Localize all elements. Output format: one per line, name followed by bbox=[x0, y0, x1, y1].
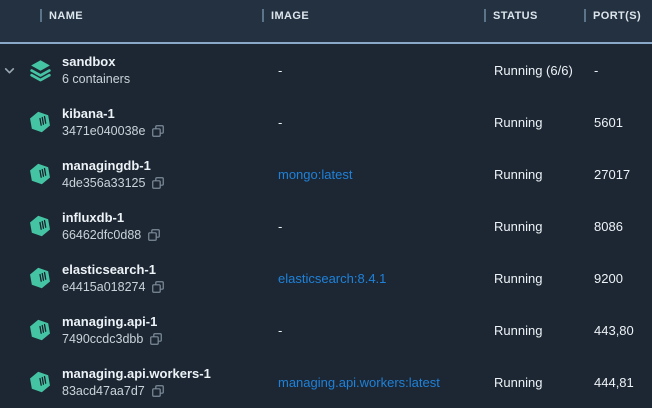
container-image: - bbox=[278, 323, 494, 338]
container-ports: 5601 bbox=[594, 115, 652, 130]
container-image: - bbox=[278, 63, 494, 78]
name-cell: managing.api-1 7490ccdc3dbb bbox=[62, 313, 278, 347]
container-subtitle: 7490ccdc3dbb bbox=[62, 331, 143, 347]
column-divider bbox=[484, 9, 486, 22]
container-name: managing.api-1 bbox=[62, 313, 278, 330]
container-status: Running bbox=[494, 375, 594, 390]
icon-cell bbox=[18, 162, 62, 186]
chevron-down-icon[interactable] bbox=[3, 64, 16, 77]
container-subtitle: 3471e040038e bbox=[62, 123, 145, 139]
container-cube-icon bbox=[28, 370, 52, 394]
container-cube-icon bbox=[28, 162, 52, 186]
container-name: sandbox bbox=[62, 53, 278, 70]
container-status: Running bbox=[494, 167, 594, 182]
container-subtitle: 4de356a33125 bbox=[62, 175, 145, 191]
container-image: - bbox=[278, 219, 494, 234]
name-cell: influxdb-1 66462dfc0d88 bbox=[62, 209, 278, 243]
containers-table-header: NAME IMAGE STATUS PORT(S) bbox=[0, 0, 652, 44]
container-image[interactable]: mongo:latest bbox=[278, 167, 494, 182]
icon-cell bbox=[18, 110, 62, 134]
table-row[interactable]: managing.api.workers-1 83acd47aa7d7 mana… bbox=[0, 356, 652, 408]
copy-icon[interactable] bbox=[151, 280, 165, 294]
container-ports: 8086 bbox=[594, 219, 652, 234]
copy-icon[interactable] bbox=[147, 228, 161, 242]
name-cell: kibana-1 3471e040038e bbox=[62, 105, 278, 139]
container-status: Running bbox=[494, 323, 594, 338]
container-ports: 444,81 bbox=[594, 375, 652, 390]
container-name: managing.api.workers-1 bbox=[62, 365, 278, 382]
copy-icon[interactable] bbox=[151, 124, 165, 138]
container-cube-icon bbox=[28, 110, 52, 134]
column-divider bbox=[262, 9, 264, 22]
container-ports: 27017 bbox=[594, 167, 652, 182]
container-status: Running bbox=[494, 219, 594, 234]
container-name: managingdb-1 bbox=[62, 157, 278, 174]
column-header-image[interactable]: IMAGE bbox=[262, 9, 309, 22]
container-status: Running (6/6) bbox=[494, 63, 594, 78]
table-row[interactable]: kibana-1 3471e040038e - Running 5601 bbox=[0, 96, 652, 148]
container-image[interactable]: managing.api.workers:latest bbox=[278, 375, 494, 390]
column-header-name-label: NAME bbox=[49, 10, 83, 22]
name-cell: managingdb-1 4de356a33125 bbox=[62, 157, 278, 191]
container-ports: 443,80 bbox=[594, 323, 652, 338]
container-cube-icon bbox=[28, 266, 52, 290]
icon-cell bbox=[18, 318, 62, 342]
container-ports: 9200 bbox=[594, 271, 652, 286]
container-subtitle: 83acd47aa7d7 bbox=[62, 383, 145, 399]
container-name: elasticsearch-1 bbox=[62, 261, 278, 278]
containers-table: NAME IMAGE STATUS PORT(S) bbox=[0, 0, 652, 405]
table-row[interactable]: sandbox 6 containers - Running (6/6) - bbox=[0, 44, 652, 96]
container-cube-icon bbox=[28, 214, 52, 238]
table-row[interactable]: elasticsearch-1 e4415a018274 elasticsear… bbox=[0, 252, 652, 304]
container-image: - bbox=[278, 115, 494, 130]
container-subtitle: 66462dfc0d88 bbox=[62, 227, 141, 243]
compose-stack-icon bbox=[28, 58, 53, 83]
column-header-ports-label: PORT(S) bbox=[593, 10, 641, 22]
column-header-status-label: STATUS bbox=[493, 10, 538, 22]
icon-cell bbox=[18, 214, 62, 238]
table-row[interactable]: managing.api-1 7490ccdc3dbb - Running 44… bbox=[0, 304, 652, 356]
container-subtitle: e4415a018274 bbox=[62, 279, 145, 295]
container-status: Running bbox=[494, 271, 594, 286]
icon-cell bbox=[18, 266, 62, 290]
container-ports: - bbox=[594, 63, 652, 78]
column-header-image-label: IMAGE bbox=[271, 10, 309, 22]
name-cell: sandbox 6 containers bbox=[62, 53, 278, 87]
column-divider bbox=[584, 9, 586, 22]
icon-cell bbox=[18, 370, 62, 394]
expander-cell bbox=[0, 64, 18, 77]
container-name: influxdb-1 bbox=[62, 209, 278, 226]
container-status: Running bbox=[494, 115, 594, 130]
name-cell: managing.api.workers-1 83acd47aa7d7 bbox=[62, 365, 278, 399]
table-row[interactable]: managingdb-1 4de356a33125 mongo:latest R… bbox=[0, 148, 652, 200]
container-name: kibana-1 bbox=[62, 105, 278, 122]
copy-icon[interactable] bbox=[151, 384, 165, 398]
container-cube-icon bbox=[28, 318, 52, 342]
column-header-name[interactable]: NAME bbox=[40, 9, 83, 22]
column-divider bbox=[40, 9, 42, 22]
icon-cell bbox=[18, 58, 62, 83]
copy-icon[interactable] bbox=[149, 332, 163, 346]
container-image[interactable]: elasticsearch:8.4.1 bbox=[278, 271, 494, 286]
column-header-ports[interactable]: PORT(S) bbox=[584, 9, 641, 22]
container-subtitle: 6 containers bbox=[62, 71, 130, 87]
containers-table-body: sandbox 6 containers - Running (6/6) - k… bbox=[0, 44, 652, 408]
name-cell: elasticsearch-1 e4415a018274 bbox=[62, 261, 278, 295]
table-row[interactable]: influxdb-1 66462dfc0d88 - Running 8086 bbox=[0, 200, 652, 252]
copy-icon[interactable] bbox=[151, 176, 165, 190]
column-header-status[interactable]: STATUS bbox=[484, 9, 538, 22]
